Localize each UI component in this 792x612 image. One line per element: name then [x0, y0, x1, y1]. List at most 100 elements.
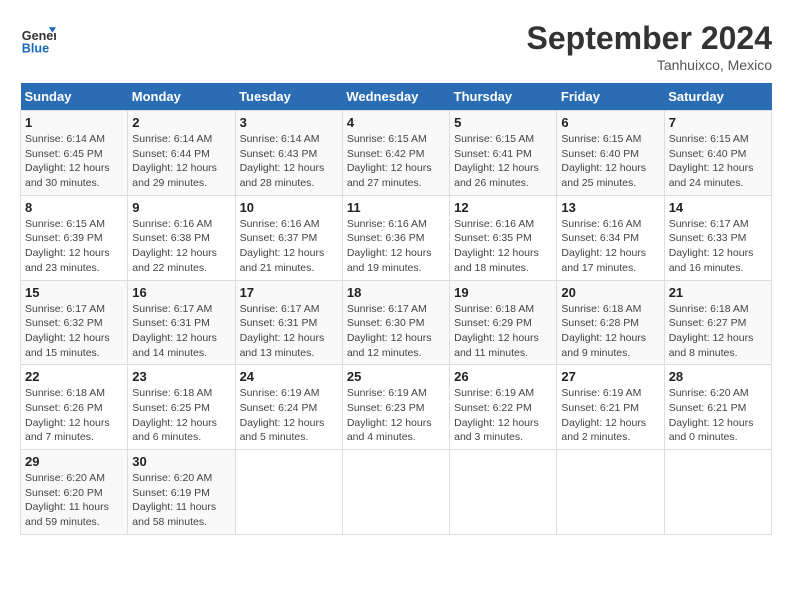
- day-info: Sunrise: 6:17 AMSunset: 6:32 PMDaylight:…: [25, 302, 123, 361]
- table-row: 22 Sunrise: 6:18 AMSunset: 6:26 PMDaylig…: [21, 365, 128, 450]
- day-number: 15: [25, 285, 123, 300]
- table-row: 13 Sunrise: 6:16 AMSunset: 6:34 PMDaylig…: [557, 195, 664, 280]
- day-info: Sunrise: 6:16 AMSunset: 6:37 PMDaylight:…: [240, 217, 338, 276]
- page-header: General Blue September 2024 Tanhuixco, M…: [20, 20, 772, 73]
- day-number: 25: [347, 369, 445, 384]
- table-row: 29 Sunrise: 6:20 AMSunset: 6:20 PMDaylig…: [21, 450, 128, 535]
- day-number: 23: [132, 369, 230, 384]
- day-info: Sunrise: 6:16 AMSunset: 6:34 PMDaylight:…: [561, 217, 659, 276]
- calendar-week-row: 8 Sunrise: 6:15 AMSunset: 6:39 PMDayligh…: [21, 195, 772, 280]
- table-row: 24 Sunrise: 6:19 AMSunset: 6:24 PMDaylig…: [235, 365, 342, 450]
- table-row: [342, 450, 449, 535]
- logo: General Blue: [20, 20, 56, 56]
- table-row: [450, 450, 557, 535]
- day-number: 19: [454, 285, 552, 300]
- table-row: 10 Sunrise: 6:16 AMSunset: 6:37 PMDaylig…: [235, 195, 342, 280]
- header-friday: Friday: [557, 83, 664, 111]
- table-row: 11 Sunrise: 6:16 AMSunset: 6:36 PMDaylig…: [342, 195, 449, 280]
- day-number: 8: [25, 200, 123, 215]
- day-number: 24: [240, 369, 338, 384]
- table-row: 5 Sunrise: 6:15 AMSunset: 6:41 PMDayligh…: [450, 111, 557, 196]
- day-info: Sunrise: 6:19 AMSunset: 6:24 PMDaylight:…: [240, 386, 338, 445]
- table-row: [557, 450, 664, 535]
- month-title: September 2024: [527, 20, 772, 57]
- day-number: 18: [347, 285, 445, 300]
- header-tuesday: Tuesday: [235, 83, 342, 111]
- day-info: Sunrise: 6:14 AMSunset: 6:43 PMDaylight:…: [240, 132, 338, 191]
- header-wednesday: Wednesday: [342, 83, 449, 111]
- title-block: September 2024 Tanhuixco, Mexico: [527, 20, 772, 73]
- table-row: 16 Sunrise: 6:17 AMSunset: 6:31 PMDaylig…: [128, 280, 235, 365]
- table-row: 17 Sunrise: 6:17 AMSunset: 6:31 PMDaylig…: [235, 280, 342, 365]
- day-number: 9: [132, 200, 230, 215]
- day-info: Sunrise: 6:16 AMSunset: 6:38 PMDaylight:…: [132, 217, 230, 276]
- day-number: 14: [669, 200, 767, 215]
- day-info: Sunrise: 6:18 AMSunset: 6:25 PMDaylight:…: [132, 386, 230, 445]
- table-row: 8 Sunrise: 6:15 AMSunset: 6:39 PMDayligh…: [21, 195, 128, 280]
- day-number: 20: [561, 285, 659, 300]
- table-row: 25 Sunrise: 6:19 AMSunset: 6:23 PMDaylig…: [342, 365, 449, 450]
- day-info: Sunrise: 6:17 AMSunset: 6:30 PMDaylight:…: [347, 302, 445, 361]
- day-number: 4: [347, 115, 445, 130]
- day-number: 1: [25, 115, 123, 130]
- calendar-table: Sunday Monday Tuesday Wednesday Thursday…: [20, 83, 772, 535]
- table-row: 30 Sunrise: 6:20 AMSunset: 6:19 PMDaylig…: [128, 450, 235, 535]
- day-number: 11: [347, 200, 445, 215]
- table-row: 20 Sunrise: 6:18 AMSunset: 6:28 PMDaylig…: [557, 280, 664, 365]
- day-number: 6: [561, 115, 659, 130]
- day-number: 28: [669, 369, 767, 384]
- header-thursday: Thursday: [450, 83, 557, 111]
- table-row: 18 Sunrise: 6:17 AMSunset: 6:30 PMDaylig…: [342, 280, 449, 365]
- day-info: Sunrise: 6:15 AMSunset: 6:41 PMDaylight:…: [454, 132, 552, 191]
- table-row: 27 Sunrise: 6:19 AMSunset: 6:21 PMDaylig…: [557, 365, 664, 450]
- day-number: 5: [454, 115, 552, 130]
- day-info: Sunrise: 6:18 AMSunset: 6:29 PMDaylight:…: [454, 302, 552, 361]
- table-row: 1 Sunrise: 6:14 AMSunset: 6:45 PMDayligh…: [21, 111, 128, 196]
- day-info: Sunrise: 6:19 AMSunset: 6:22 PMDaylight:…: [454, 386, 552, 445]
- table-row: 2 Sunrise: 6:14 AMSunset: 6:44 PMDayligh…: [128, 111, 235, 196]
- day-info: Sunrise: 6:15 AMSunset: 6:40 PMDaylight:…: [561, 132, 659, 191]
- day-number: 30: [132, 454, 230, 469]
- day-number: 27: [561, 369, 659, 384]
- day-number: 2: [132, 115, 230, 130]
- table-row: 9 Sunrise: 6:16 AMSunset: 6:38 PMDayligh…: [128, 195, 235, 280]
- day-number: 13: [561, 200, 659, 215]
- day-info: Sunrise: 6:14 AMSunset: 6:44 PMDaylight:…: [132, 132, 230, 191]
- day-info: Sunrise: 6:15 AMSunset: 6:39 PMDaylight:…: [25, 217, 123, 276]
- day-number: 22: [25, 369, 123, 384]
- day-info: Sunrise: 6:14 AMSunset: 6:45 PMDaylight:…: [25, 132, 123, 191]
- table-row: 15 Sunrise: 6:17 AMSunset: 6:32 PMDaylig…: [21, 280, 128, 365]
- day-number: 16: [132, 285, 230, 300]
- table-row: [235, 450, 342, 535]
- day-info: Sunrise: 6:17 AMSunset: 6:33 PMDaylight:…: [669, 217, 767, 276]
- header-row: Sunday Monday Tuesday Wednesday Thursday…: [21, 83, 772, 111]
- table-row: 6 Sunrise: 6:15 AMSunset: 6:40 PMDayligh…: [557, 111, 664, 196]
- day-number: 21: [669, 285, 767, 300]
- table-row: 7 Sunrise: 6:15 AMSunset: 6:40 PMDayligh…: [664, 111, 771, 196]
- calendar-week-row: 29 Sunrise: 6:20 AMSunset: 6:20 PMDaylig…: [21, 450, 772, 535]
- table-row: 23 Sunrise: 6:18 AMSunset: 6:25 PMDaylig…: [128, 365, 235, 450]
- day-info: Sunrise: 6:20 AMSunset: 6:20 PMDaylight:…: [25, 471, 123, 530]
- table-row: 3 Sunrise: 6:14 AMSunset: 6:43 PMDayligh…: [235, 111, 342, 196]
- day-info: Sunrise: 6:15 AMSunset: 6:42 PMDaylight:…: [347, 132, 445, 191]
- day-info: Sunrise: 6:15 AMSunset: 6:40 PMDaylight:…: [669, 132, 767, 191]
- location: Tanhuixco, Mexico: [527, 57, 772, 73]
- table-row: [664, 450, 771, 535]
- day-info: Sunrise: 6:20 AMSunset: 6:21 PMDaylight:…: [669, 386, 767, 445]
- day-number: 29: [25, 454, 123, 469]
- day-info: Sunrise: 6:17 AMSunset: 6:31 PMDaylight:…: [132, 302, 230, 361]
- table-row: 4 Sunrise: 6:15 AMSunset: 6:42 PMDayligh…: [342, 111, 449, 196]
- table-row: 19 Sunrise: 6:18 AMSunset: 6:29 PMDaylig…: [450, 280, 557, 365]
- calendar-week-row: 22 Sunrise: 6:18 AMSunset: 6:26 PMDaylig…: [21, 365, 772, 450]
- day-info: Sunrise: 6:16 AMSunset: 6:36 PMDaylight:…: [347, 217, 445, 276]
- header-monday: Monday: [128, 83, 235, 111]
- header-sunday: Sunday: [21, 83, 128, 111]
- day-number: 17: [240, 285, 338, 300]
- day-number: 26: [454, 369, 552, 384]
- calendar-week-row: 15 Sunrise: 6:17 AMSunset: 6:32 PMDaylig…: [21, 280, 772, 365]
- calendar-week-row: 1 Sunrise: 6:14 AMSunset: 6:45 PMDayligh…: [21, 111, 772, 196]
- day-info: Sunrise: 6:20 AMSunset: 6:19 PMDaylight:…: [132, 471, 230, 530]
- day-info: Sunrise: 6:19 AMSunset: 6:23 PMDaylight:…: [347, 386, 445, 445]
- table-row: 12 Sunrise: 6:16 AMSunset: 6:35 PMDaylig…: [450, 195, 557, 280]
- day-info: Sunrise: 6:18 AMSunset: 6:26 PMDaylight:…: [25, 386, 123, 445]
